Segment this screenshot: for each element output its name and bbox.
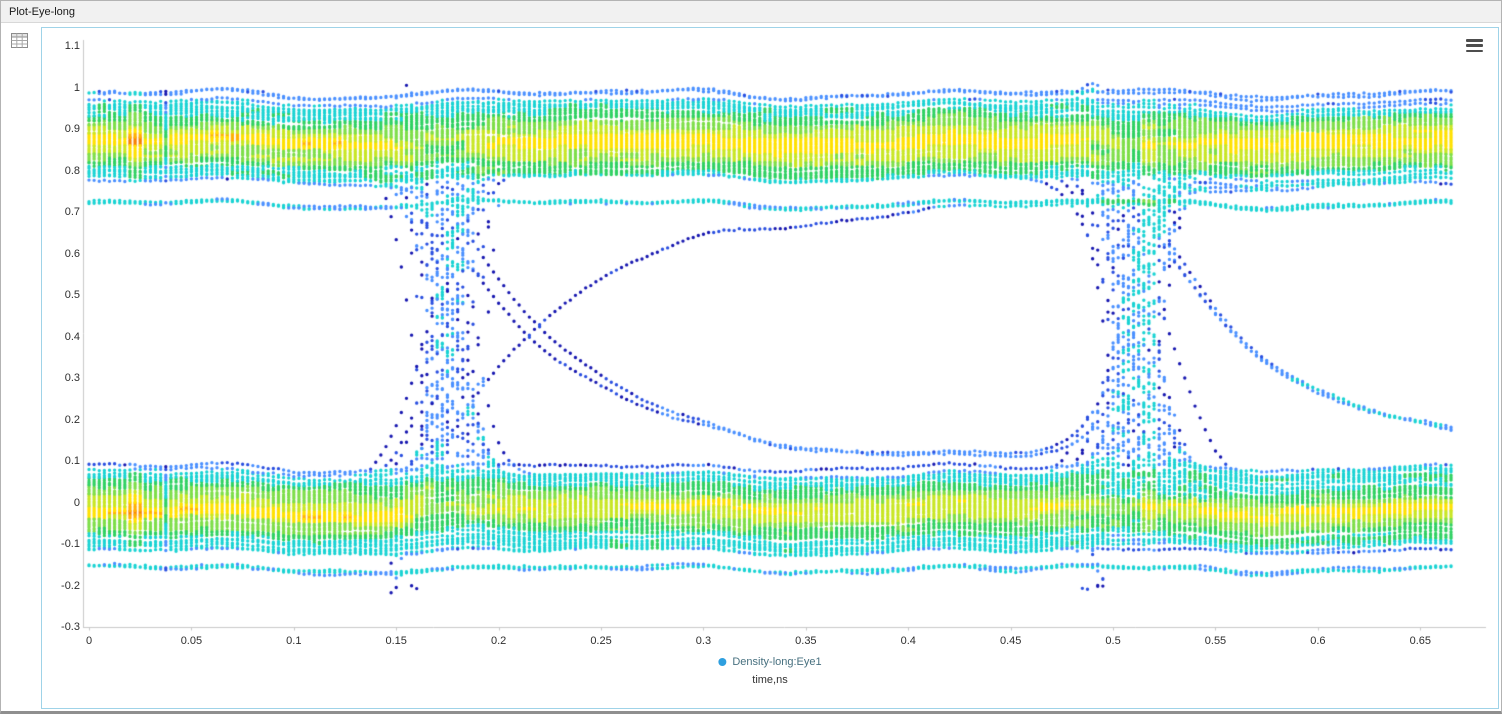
x-axis-label: time,ns <box>752 674 787 686</box>
window-titlebar: Plot-Eye-long <box>1 1 1501 23</box>
plot-menu-button[interactable] <box>1466 39 1483 52</box>
hamburger-menu-icon <box>1466 50 1483 53</box>
hamburger-menu-icon <box>1466 39 1483 42</box>
app-window: Plot-Eye-long <box>0 0 1502 714</box>
eye-diagram-canvas[interactable] <box>42 28 1498 708</box>
plot-panel: Density-long:Eye1 time,ns 1.110.90.80.70… <box>41 27 1499 709</box>
table-grid-button[interactable] <box>10 31 30 51</box>
window-title: Plot-Eye-long <box>9 6 75 18</box>
legend-marker-dot <box>718 658 726 666</box>
plot-legend: Density-long:Eye1 <box>718 656 821 668</box>
window-content: Density-long:Eye1 time,ns 1.110.90.80.70… <box>1 23 1501 711</box>
left-toolbar <box>1 27 41 709</box>
legend-label: Density-long:Eye1 <box>732 656 821 668</box>
hamburger-menu-icon <box>1466 44 1483 47</box>
table-grid-icon <box>10 31 30 51</box>
